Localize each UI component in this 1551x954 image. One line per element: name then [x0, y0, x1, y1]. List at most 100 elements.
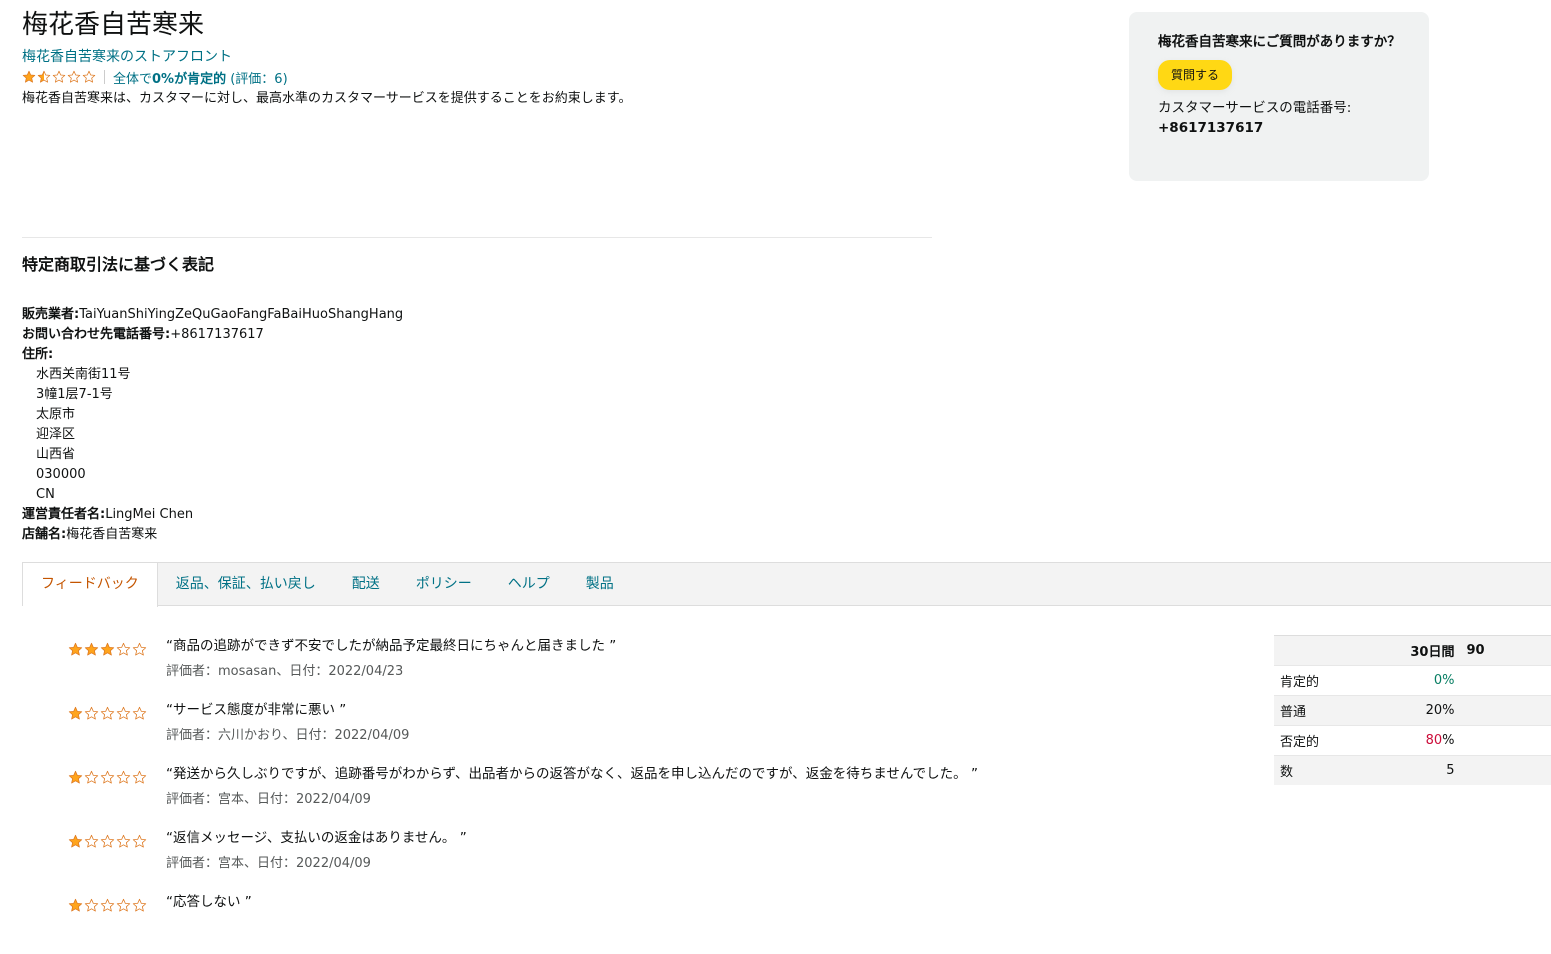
feedback-stars	[68, 642, 147, 657]
star-icon	[132, 770, 147, 785]
feedback-byline: 評価者：mosasan、日付：2022/04/23	[166, 664, 404, 679]
star-icon	[82, 70, 96, 84]
store-label: 店舗名:	[22, 527, 67, 542]
star-icon	[22, 70, 36, 84]
seller-label: 販売業者:	[22, 307, 80, 322]
star-icon	[132, 834, 147, 849]
stats-negative-unit: %	[1442, 733, 1455, 748]
manager-row: 運営責任者名:LingMei Chen	[22, 505, 403, 525]
tab-feedback[interactable]: フィードバック	[23, 563, 158, 607]
stats-row-count: 数 5	[1274, 755, 1551, 785]
stats-row-negative: 否定的 80%	[1274, 725, 1551, 756]
feedback-stars	[68, 706, 147, 721]
phone-row: お問い合わせ先電話番号:+8617137617	[22, 325, 403, 345]
stats-header-row: 30日間 90	[1274, 635, 1551, 666]
star-icon	[68, 770, 83, 785]
question-box: 梅花香自苦寒来にご質問がありますか？ 質問する カスタマーサービスの電話番号: …	[1129, 12, 1429, 181]
phone-label: お問い合わせ先電話番号:	[22, 327, 171, 342]
feedback-item: “発送から久しぶりですが、追跡番号がわからず、出品者からの返答がなく、返品を申し…	[68, 762, 1068, 826]
feedback-comment: “商品の追跡ができず不安でしたが納品予定最終日にちゃんと届きました ”	[166, 638, 617, 654]
star-icon	[84, 834, 99, 849]
feedback-item: “商品の追跡ができず不安でしたが納品予定最終日にちゃんと届きました ” 評価者：…	[68, 634, 1068, 698]
tab-shipping[interactable]: 配送	[334, 563, 398, 606]
store-value: 梅花香自苦寒来	[66, 527, 158, 542]
star-icon	[132, 706, 147, 721]
tab-help[interactable]: ヘルプ	[490, 563, 568, 606]
star-icon	[116, 898, 131, 913]
stats-label: 肯定的	[1274, 665, 1347, 696]
question-box-title: 梅花香自苦寒来にご質問がありますか？	[1158, 34, 1401, 50]
stats-label: 否定的	[1274, 725, 1347, 756]
seller-value: TaiYuanShiYingZeQuGaoFangFaBaiHuoShangHa…	[79, 307, 404, 322]
feedback-comment: “発送から久しぶりですが、追跡番号がわからず、出品者からの返答がなく、返品を申し…	[166, 766, 978, 782]
stats-label: 普通	[1274, 695, 1347, 726]
store-row: 店舗名:梅花香自苦寒来	[22, 525, 403, 545]
star-icon	[132, 898, 147, 913]
star-icon	[68, 898, 83, 913]
feedback-stats-table: 30日間 90 肯定的 0% 普通 20% 否定的 80% 数 5	[1274, 635, 1551, 785]
stats-value: 5	[1346, 755, 1461, 785]
feedback-byline: 評価者：宫本、日付：2022/04/09	[166, 792, 371, 807]
stats-row-neutral: 普通 20%	[1274, 695, 1551, 726]
feedback-stars	[68, 834, 147, 849]
star-icon	[84, 770, 99, 785]
stats-label: 数	[1274, 755, 1347, 785]
address-line: 3幢1层7-1号	[36, 387, 113, 402]
feedback-comment: “返信メッセージ、支払いの返金はありません。 ”	[166, 830, 467, 846]
manager-label: 運営責任者名:	[22, 507, 106, 522]
stats-row-positive: 肯定的 0%	[1274, 665, 1551, 696]
ask-question-button[interactable]: 質問する	[1158, 60, 1233, 90]
star-icon	[37, 70, 51, 84]
star-icon	[67, 70, 81, 84]
phone-value: +8617137617	[170, 327, 264, 342]
star-icon	[100, 706, 115, 721]
feedback-item: “返信メッセージ、支払いの返金はありません。 ” 評価者：宫本、日付：2022/…	[68, 826, 1068, 890]
star-icon	[68, 834, 83, 849]
address-line: 水西关南街11号	[36, 367, 131, 382]
star-icon	[100, 834, 115, 849]
address-label: 住所:	[22, 347, 54, 362]
seller-tabs: フィードバック 返品、保証、払い戻し 配送 ポリシー ヘルプ 製品	[22, 562, 1551, 607]
star-icon	[100, 642, 115, 657]
star-icon	[100, 898, 115, 913]
rating-stars[interactable]	[22, 70, 96, 84]
address-row: 住所:	[22, 345, 403, 365]
stats-header-30days: 30日間	[1346, 635, 1461, 666]
stats-value: 80%	[1346, 725, 1461, 756]
stats-value: 20%	[1346, 695, 1461, 726]
tab-policy[interactable]: ポリシー	[398, 563, 490, 606]
service-promise-text: 梅花香自苦寒来は、カスタマーに対し、最高水準のカスタマーサービスを提供することを…	[22, 91, 632, 106]
feedback-item: “応答しない ”	[68, 890, 1068, 954]
rating-summary-prefix: 全体で	[113, 71, 153, 87]
feedback-byline: 評価者：六川かおり、日付：2022/04/09	[166, 728, 410, 743]
star-icon	[116, 706, 131, 721]
tab-products[interactable]: 製品	[568, 563, 632, 606]
rating-divider	[104, 70, 105, 84]
star-icon	[68, 706, 83, 721]
stats-header-90days: 90	[1460, 635, 1551, 666]
star-icon	[116, 642, 131, 657]
star-icon	[84, 642, 99, 657]
seller-name-title: 梅花香自苦寒来	[22, 10, 205, 40]
feedback-comment: “応答しない ”	[166, 894, 252, 910]
star-icon	[116, 834, 131, 849]
customer-service-phone: +8617137617	[1158, 120, 1264, 136]
feedback-list: “商品の追跡ができず不安でしたが納品予定最終日にちゃんと届きました ” 評価者：…	[68, 634, 1068, 954]
seller-row: 販売業者:TaiYuanShiYingZeQuGaoFangFaBaiHuoSh…	[22, 305, 403, 325]
legal-notice-title: 特定商取引法に基づく表記	[22, 255, 215, 274]
feedback-comment: “サービス態度が非常に悪い ”	[166, 702, 347, 718]
customer-service-label: カスタマーサービスの電話番号:	[1158, 100, 1352, 116]
storefront-link[interactable]: 梅花香自苦寒来のストアフロント	[22, 48, 232, 66]
rating-summary-link[interactable]: 全体で0%が肯定的 (評価：6)	[113, 68, 288, 87]
legal-notice-details: 販売業者:TaiYuanShiYingZeQuGaoFangFaBaiHuoSh…	[22, 305, 403, 545]
star-icon	[84, 706, 99, 721]
star-icon	[52, 70, 66, 84]
stats-negative-number: 80	[1425, 733, 1443, 748]
tab-returns[interactable]: 返品、保証、払い戻し	[158, 563, 334, 606]
address-line: 山西省	[36, 447, 76, 462]
stats-value: 0%	[1346, 665, 1461, 696]
rating-count: (評価：6)	[230, 71, 288, 87]
stats-header-blank	[1274, 635, 1347, 666]
feedback-byline: 評価者：宫本、日付：2022/04/09	[166, 856, 371, 871]
address-line: 太原市	[36, 407, 76, 422]
